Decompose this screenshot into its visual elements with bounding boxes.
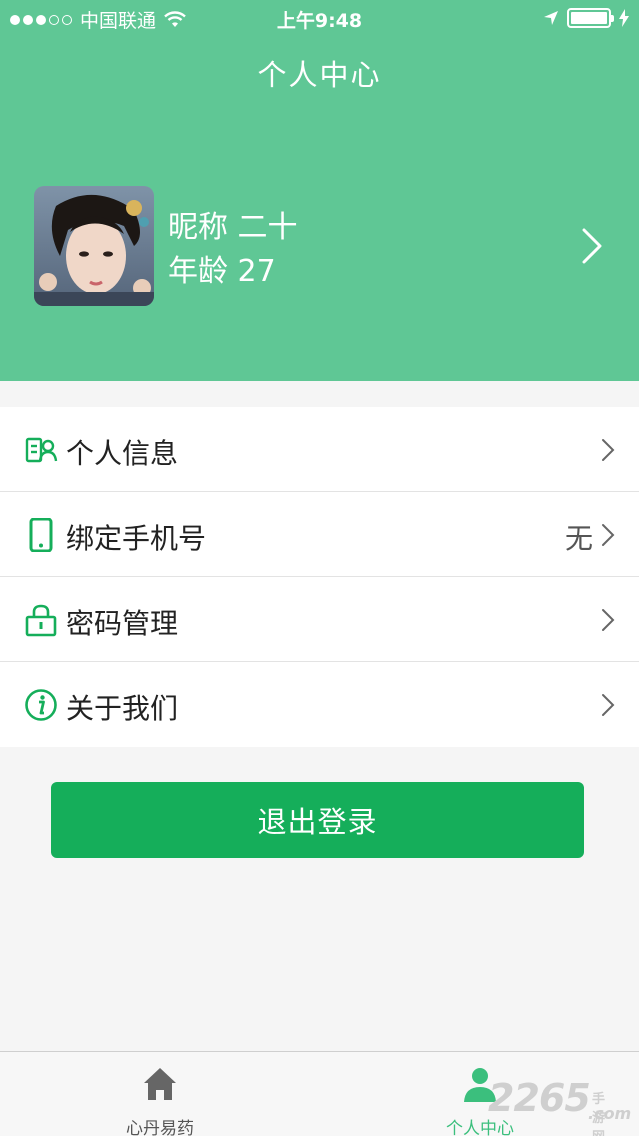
watermark-number: 2265: [488, 1076, 591, 1120]
tab-label: 心丹易药: [126, 1119, 194, 1136]
lock-icon: [25, 604, 57, 637]
menu-item-password[interactable]: 密码管理: [0, 577, 639, 662]
info-icon: [25, 689, 57, 721]
home-icon: [144, 1068, 176, 1100]
phone-value: 无: [564, 522, 593, 555]
settings-menu: 个人信息 绑定手机号 无 密码管理 关于我们: [0, 407, 639, 747]
page-title: 个人中心: [257, 58, 382, 92]
age: 年龄 27: [168, 254, 276, 289]
menu-label: 个人信息: [66, 437, 179, 470]
menu-item-personal-info[interactable]: 个人信息: [0, 407, 639, 492]
site-watermark: 2265 手游网 .com: [488, 1076, 631, 1136]
menu-item-about[interactable]: 关于我们: [0, 662, 639, 747]
menu-item-bind-phone[interactable]: 绑定手机号 无: [0, 492, 639, 577]
chevron-right-icon: [602, 439, 615, 461]
chevron-right-icon: [602, 524, 615, 546]
profile-header: 中国联通 上午9:48 个人中心 昵称 二十 年龄 27: [0, 0, 639, 381]
menu-label: 关于我们: [66, 692, 179, 725]
nickname: 昵称 二十: [168, 210, 298, 245]
tab-home[interactable]: 心丹易药: [80, 1052, 240, 1136]
menu-label: 密码管理: [66, 607, 179, 640]
profile-card-icon: [25, 437, 58, 463]
avatar-image: [34, 186, 154, 306]
watermark-domain: .com: [588, 1104, 632, 1123]
chevron-right-icon: [602, 609, 615, 631]
battery-icon: [567, 8, 614, 28]
location-arrow-icon: [544, 11, 558, 25]
menu-label: 绑定手机号: [66, 522, 207, 555]
status-bar: 中国联通 上午9:48: [0, 0, 639, 36]
charging-bolt-icon: [619, 9, 629, 27]
chevron-right-icon[interactable]: [580, 226, 604, 266]
profile-summary[interactable]: 昵称 二十 年龄 27: [0, 186, 639, 306]
avatar[interactable]: [34, 186, 154, 306]
chevron-right-icon: [602, 694, 615, 716]
status-right: [543, 8, 629, 28]
logout-button[interactable]: 退出登录: [51, 782, 584, 858]
phone-icon: [29, 518, 53, 552]
